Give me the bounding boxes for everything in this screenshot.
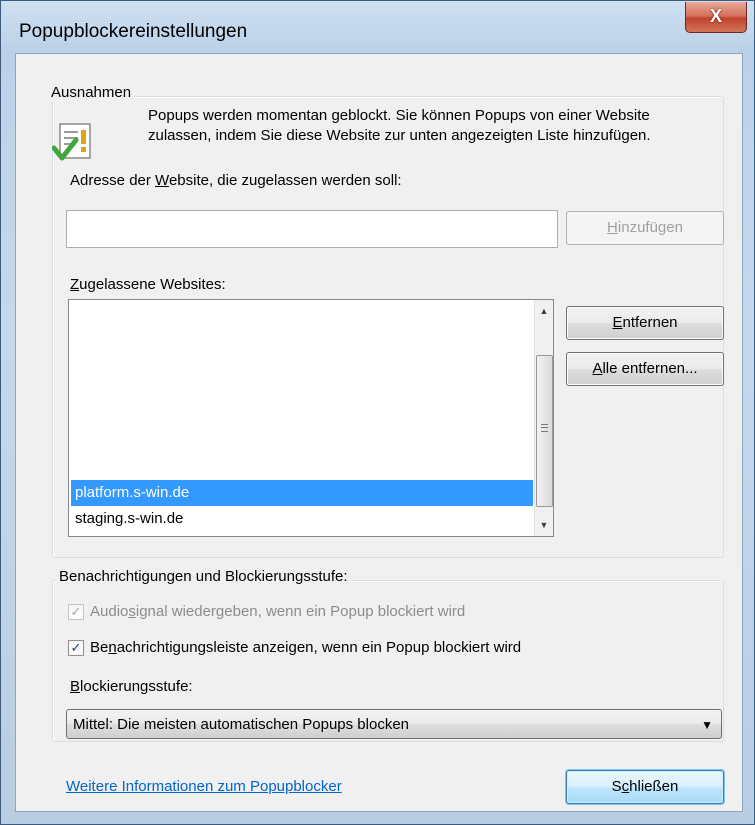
list-item[interactable]: platform.s-win.de — [71, 480, 533, 506]
blocking-level-value: Mittel: Die meisten automatischen Popups… — [73, 716, 410, 733]
list-item[interactable]: staging.s-win.de — [71, 506, 533, 532]
exceptions-info-text: Popups werden momentan geblockt. Sie kön… — [148, 107, 651, 144]
list-scrollbar[interactable]: ▲ ▼ — [534, 300, 553, 536]
infobar-checkbox-label: Benachrichtigungsleiste anzeigen, wenn e… — [90, 639, 522, 656]
dialog-window: Popupblockereinstellungen X Ausnahmen Po… — [0, 0, 755, 825]
address-label: Adresse der Website, die zugelassen werd… — [70, 172, 402, 189]
close-dialog-button[interactable]: Schließen — [566, 770, 724, 804]
allowed-sites-list[interactable]: platform.s-win.de staging.s-win.de ▲ ▼ — [68, 299, 554, 537]
dropdown-arrow-icon: ▼ — [701, 718, 713, 732]
scrollbar-thumb[interactable] — [536, 355, 553, 507]
allowed-sites-label: Zugelassene Websites: — [70, 276, 226, 293]
remove-all-button[interactable]: Alle entfernen... — [566, 352, 724, 386]
scroll-up-arrow-icon[interactable]: ▲ — [535, 302, 553, 320]
sound-checkbox-label: Audiosignal wiedergeben, wenn ein Popup … — [90, 603, 466, 620]
blocking-level-label: Blockierungsstufe: — [70, 678, 193, 695]
website-address-input[interactable] — [66, 210, 558, 248]
scrollbar-grip-icon — [541, 424, 548, 432]
dialog-client-area: Ausnahmen Popups werden momentan geblock… — [15, 53, 743, 812]
add-button[interactable]: Hinzufügen — [566, 211, 724, 245]
remove-button[interactable]: Entfernen — [566, 306, 724, 340]
infobar-checkbox[interactable]: ✓ — [68, 640, 84, 656]
sound-checkbox[interactable]: ✓ — [68, 604, 84, 620]
more-info-link[interactable]: Weitere Informationen zum Popupblocker — [66, 778, 342, 795]
blocking-level-select[interactable]: Mittel: Die meisten automatischen Popups… — [66, 709, 722, 739]
scroll-down-arrow-icon[interactable]: ▼ — [535, 516, 553, 534]
allowed-sites-items: platform.s-win.de staging.s-win.de — [71, 300, 533, 536]
notifications-group-label: Benachrichtigungen und Blockierungsstufe… — [56, 568, 351, 585]
close-window-button[interactable]: X — [685, 2, 747, 33]
exceptions-group-label: Ausnahmen — [48, 84, 135, 101]
document-check-warning-icon — [51, 120, 96, 164]
window-title: Popupblockereinstellungen — [19, 21, 248, 42]
